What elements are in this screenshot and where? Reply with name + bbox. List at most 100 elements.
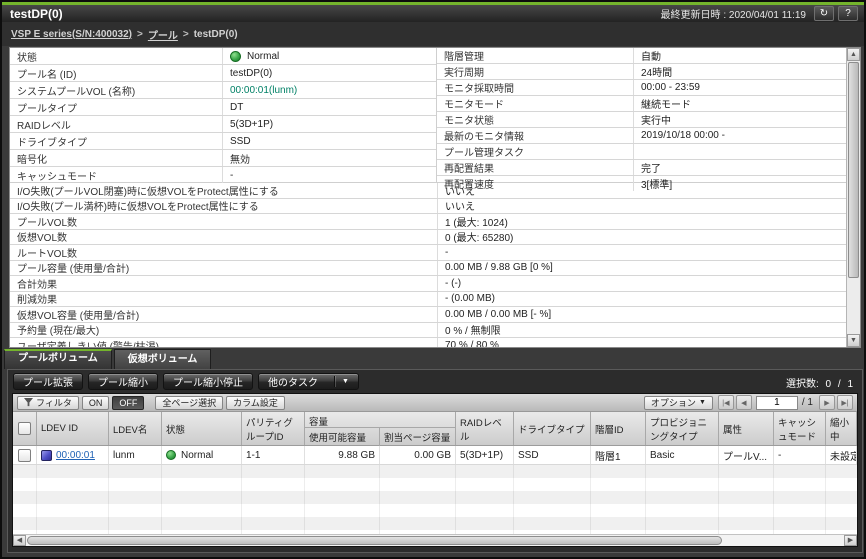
select-all-checkbox[interactable] (18, 422, 31, 435)
col-header-ldev-id[interactable]: LDEV ID (37, 412, 109, 445)
detail-value: 0 (最大: 65280) (437, 230, 846, 245)
chevron-down-icon: ▼ (342, 378, 349, 385)
detail-label: ドライブタイプ (10, 134, 222, 149)
detail-row-total-effect: 合計効果 - (-) (10, 276, 846, 292)
tier-id-cell: 階層1 (591, 446, 646, 464)
filter-off-button[interactable]: OFF (112, 396, 144, 410)
select-all-checkbox-cell (13, 412, 37, 445)
detail-value: 継続モード (633, 96, 846, 111)
shrink-pool-button[interactable]: プール縮小 (88, 373, 158, 390)
ldev-id-link[interactable]: 00:00:01 (56, 450, 95, 461)
col-header-ldev-name[interactable]: LDEV名 (109, 412, 162, 445)
detail-label: 状態 (10, 49, 222, 64)
table-row[interactable]: 00:00:01 lunm Normal 1-1 9.88 GB 0.00 GB… (13, 446, 857, 465)
h-scrollbar-track[interactable] (26, 535, 844, 546)
scroll-left-arrow[interactable]: ◀ (13, 535, 26, 546)
vertical-scrollbar[interactable]: ▲ ▼ (846, 48, 860, 347)
first-page-button[interactable]: |◀ (718, 395, 734, 410)
scroll-down-arrow[interactable]: ▼ (847, 334, 860, 347)
prev-page-button[interactable]: ◀ (736, 395, 752, 410)
detail-row-cycle: 実行周期 24時間 (437, 64, 846, 80)
expand-pool-button[interactable]: プール拡張 (13, 373, 83, 390)
detail-value: 00:00 - 23:59 (633, 80, 846, 95)
col-header-allocated-capacity[interactable]: 割当ページ容量 (380, 428, 455, 446)
select-all-pages-button[interactable]: 全ページ選択 (155, 396, 223, 410)
detail-full-rows: I/O失敗(プールVOL閉塞)時に仮想VOLをProtect属性にする いいえ … (10, 183, 846, 347)
detail-label: 階層管理 (437, 48, 633, 63)
detail-row-pool-name: プール名 (ID) testDP(0) (10, 65, 436, 82)
pool-detail-content: 状態 Normal プール名 (ID) testDP(0) システムプールVOL… (10, 48, 846, 347)
detail-row-monitor-mode: モニタモード 継続モード (437, 96, 846, 112)
pool-volume-table: フィルタ ON OFF 全ページ選択 カラム設定 オプション ▼ |◀ ◀ / … (12, 393, 858, 547)
detail-row-encryption: 暗号化 無効 (10, 150, 436, 167)
filter-label: フィルタ (36, 396, 72, 409)
allocated-capacity-cell: 0.00 GB (380, 446, 456, 464)
detail-value: testDP(0) (222, 65, 436, 81)
column-settings-button[interactable]: カラム設定 (226, 396, 285, 410)
scrollbar-track[interactable] (847, 61, 860, 334)
detail-value: 無効 (222, 150, 436, 166)
button-divider (334, 376, 335, 387)
detail-left-column: 状態 Normal プール名 (ID) testDP(0) システムプールVOL… (10, 48, 437, 183)
detail-row-drive-type: ドライブタイプ SSD (10, 133, 436, 150)
col-header-raid-level[interactable]: RAIDレベル (456, 412, 514, 445)
raid-level-cell: 5(3D+1P) (456, 446, 514, 464)
detail-label: モニタモード (437, 96, 633, 111)
selection-label: 選択数: (786, 379, 819, 390)
breadcrumb-link-system[interactable]: VSP E series(S/N:400032) (11, 29, 132, 40)
detail-row-system-pool-vol: システムプールVOL (名称) 00:00:01(lunm) (10, 82, 436, 99)
filter-icon (24, 398, 33, 407)
detail-row-virtual-vol-count: 仮想VOL数 0 (最大: 65280) (10, 230, 846, 246)
col-header-usable-capacity[interactable]: 使用可能容量 (305, 428, 380, 446)
detail-row-user-threshold: ユーザ定義しきい値 (警告/枯渇) 70 % / 80 % (10, 338, 846, 347)
page-title: testDP(0) (2, 7, 63, 21)
detail-value: 0.00 MB / 0.00 MB [- %] (437, 307, 846, 322)
scrollbar-thumb[interactable] (848, 62, 859, 278)
filter-button[interactable]: フィルタ (17, 396, 79, 410)
help-button[interactable]: ? (838, 6, 858, 21)
attribute-cell: プールV... (719, 446, 774, 464)
detail-value: 2019/10/18 00:00 - (633, 128, 846, 143)
col-header-capacity[interactable]: 容量 (305, 412, 455, 428)
col-header-status[interactable]: 状態 (162, 412, 242, 445)
app-window: testDP(0) 最終更新日時 : 2020/04/01 11:19 ↻ ? … (0, 0, 866, 559)
col-header-shrinking[interactable]: 縮小中 (826, 412, 857, 445)
col-header-cache-mode[interactable]: キャッシュモード (774, 412, 826, 445)
system-pool-vol-link[interactable]: 00:00:01(lunm) (230, 85, 297, 96)
col-header-parity-group[interactable]: パリティグループID (242, 412, 305, 445)
scroll-up-arrow[interactable]: ▲ (847, 48, 860, 61)
options-button[interactable]: オプション ▼ (644, 396, 713, 410)
detail-value: 実行中 (633, 112, 846, 127)
refresh-button[interactable]: ↻ (814, 6, 834, 21)
other-tasks-button[interactable]: 他のタスク ▼ (258, 373, 359, 390)
h-scrollbar-thumb[interactable] (27, 536, 722, 545)
horizontal-scrollbar[interactable]: ◀ ▶ (13, 534, 857, 546)
row-checkbox[interactable] (18, 449, 31, 462)
tab-virtual-volumes[interactable]: 仮想ボリューム (114, 349, 212, 369)
col-header-attribute[interactable]: 属性 (719, 412, 774, 445)
detail-label: 再配置結果 (437, 160, 633, 175)
detail-value: いいえ (437, 199, 846, 214)
detail-row-reservation: 予約量 (現在/最大) 0 % / 無制限 (10, 323, 846, 339)
col-header-provisioning-type[interactable]: プロビジョニングタイプ (646, 412, 719, 445)
col-header-drive-type[interactable]: ドライブタイプ (514, 412, 591, 445)
detail-row-pool-vol-count: プールVOL数 1 (最大: 1024) (10, 214, 846, 230)
title-bar-right: 最終更新日時 : 2020/04/01 11:19 ↻ ? (661, 6, 864, 21)
detail-value: SSD (222, 133, 436, 149)
next-page-button[interactable]: ▶ (819, 395, 835, 410)
last-page-button[interactable]: ▶| (837, 395, 853, 410)
filter-on-button[interactable]: ON (82, 396, 110, 410)
col-header-tier-id[interactable]: 階層ID (591, 412, 646, 445)
action-buttons: プール拡張 プール縮小 プール縮小停止 他のタスク ▼ (13, 373, 359, 390)
breadcrumb-link-pools[interactable]: プール (148, 27, 178, 42)
detail-label: プール管理タスク (437, 144, 633, 159)
tab-pool-volumes[interactable]: プールボリューム (4, 349, 112, 369)
scroll-right-arrow[interactable]: ▶ (844, 535, 857, 546)
detail-value: - (222, 167, 436, 183)
options-label: オプション (651, 396, 696, 409)
stop-shrinking-pool-button[interactable]: プール縮小停止 (163, 373, 253, 390)
detail-label: ルートVOL数 (10, 245, 437, 260)
refresh-icon: ↻ (820, 8, 828, 19)
detail-row-io-fail-full: I/O失敗(プール満杯)時に仮想VOLをProtect属性にする いいえ (10, 199, 846, 215)
page-number-input[interactable] (756, 396, 798, 410)
